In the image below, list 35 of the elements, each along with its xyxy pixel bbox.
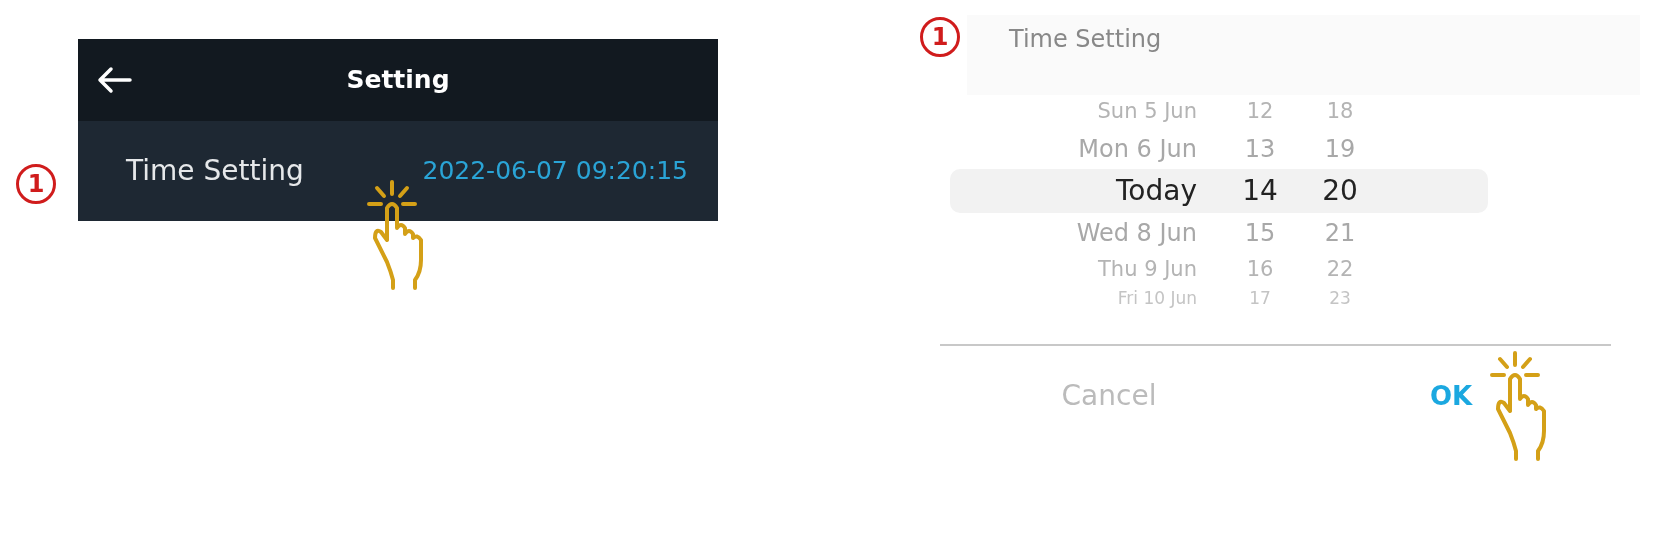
picker-minute: 23: [1328, 287, 1352, 311]
cancel-button[interactable]: Cancel: [1009, 374, 1209, 418]
setting-value: 2022-06-07 09:20:15: [422, 155, 688, 188]
picker-minute: 20: [1321, 173, 1359, 209]
picker-row[interactable]: Fri 10 Jun 17 23: [950, 287, 1488, 311]
picker-date: Thu 9 Jun: [1097, 256, 1197, 284]
picker-date: Sun 5 Jun: [1096, 98, 1197, 126]
picker-hour: 17: [1248, 287, 1272, 311]
picker-date: Wed 8 Jun: [1075, 218, 1197, 249]
settings-row[interactable]: Time Setting 2022-06-07 09:20:15: [78, 121, 718, 221]
back-arrow-icon: [96, 66, 132, 94]
picker-date: Today: [1115, 173, 1197, 209]
picker-hour: 14: [1241, 173, 1279, 209]
picker-hour: 13: [1243, 134, 1277, 165]
picker-hour: 15: [1243, 218, 1277, 249]
picker-minute: 18: [1325, 98, 1355, 126]
time-picker[interactable]: Sun 5 Jun 12 18 Mon 6 Jun 13 19 Today 14 20 Wed 8 Jun 15 21 Thu 9 Jun 16 22 Fri 10 Jun 17 23: [950, 95, 1488, 311]
picker-row[interactable]: Mon 6 Jun 13 19: [950, 129, 1488, 169]
picker-minute: 22: [1325, 256, 1355, 284]
screen-title: Setting: [346, 65, 450, 95]
picker-minute: 21: [1323, 218, 1357, 249]
picker-date: Mon 6 Jun: [1077, 134, 1197, 165]
picker-row[interactable]: Thu 9 Jun 16 22: [950, 253, 1488, 287]
picker-minute: 19: [1323, 134, 1357, 165]
picker-row[interactable]: Today 14 20: [950, 169, 1488, 213]
dialog-title: Time Setting: [1009, 25, 1162, 53]
setting-label: Time Setting: [126, 153, 304, 189]
picker-hour: 16: [1245, 256, 1275, 284]
picker-hour: 12: [1245, 98, 1275, 126]
step-number-badge: 1: [16, 164, 56, 204]
picker-date: Fri 10 Jun: [1116, 287, 1197, 311]
ok-button[interactable]: OK: [1430, 376, 1473, 416]
picker-row[interactable]: Sun 5 Jun 12 18: [950, 95, 1488, 129]
step-number-badge: 1: [920, 17, 960, 57]
picker-row[interactable]: Wed 8 Jun 15 21: [950, 213, 1488, 253]
